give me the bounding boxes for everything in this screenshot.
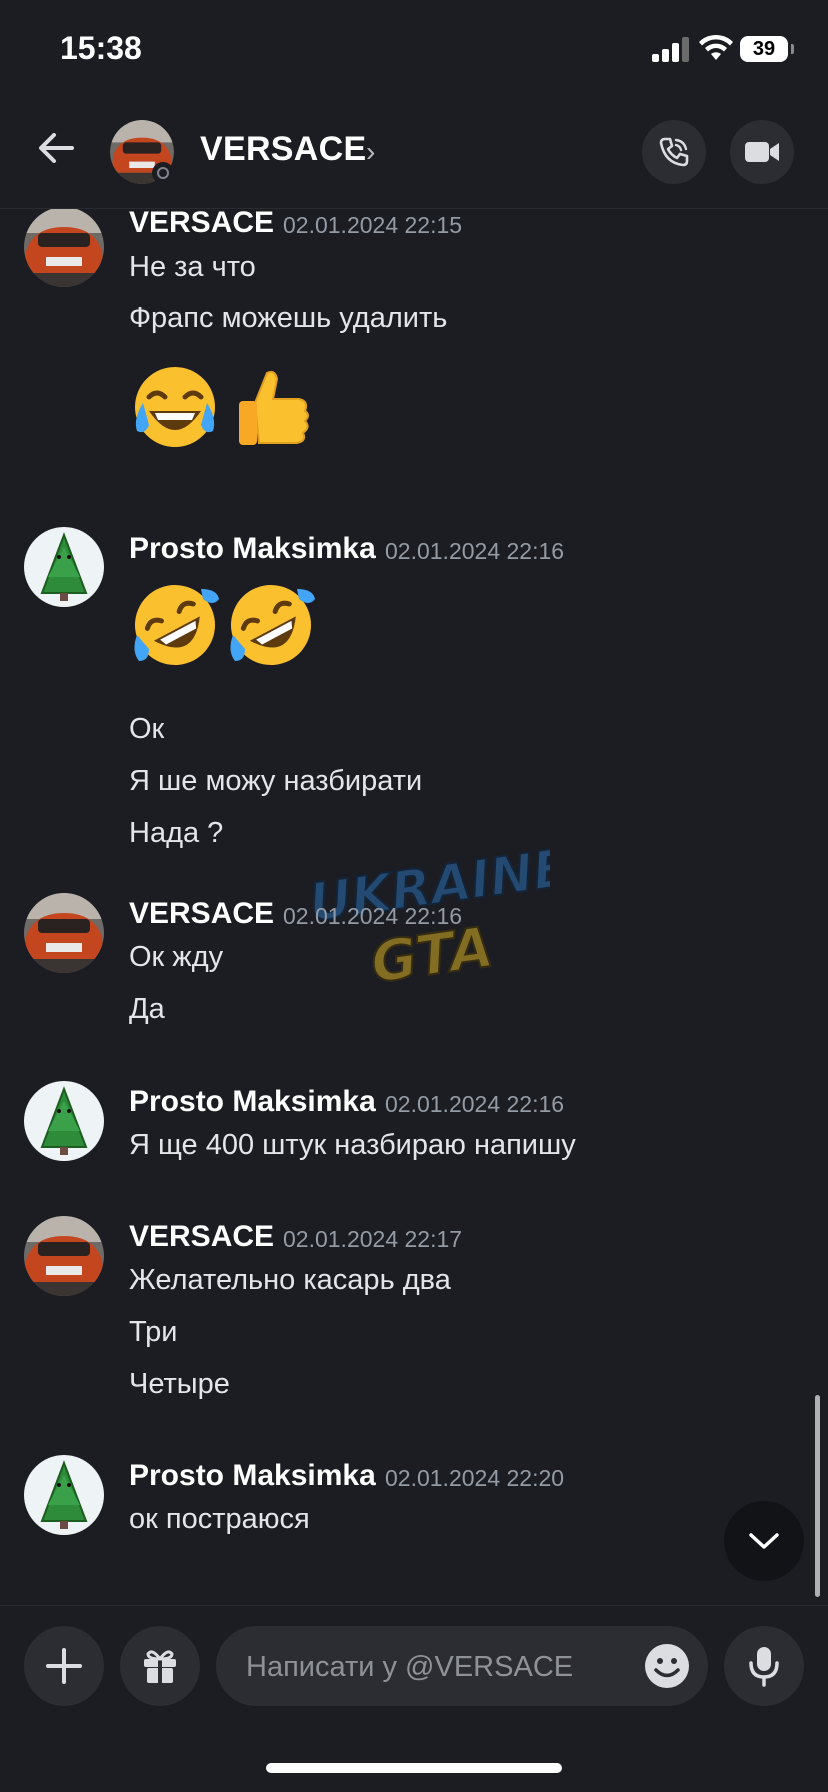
message-author[interactable]: VERSACE xyxy=(129,209,274,240)
message-text[interactable]: Фрапс можешь удалить xyxy=(129,302,447,335)
message-text[interactable]: Желательно касарь два xyxy=(129,1264,451,1297)
message-timestamp: 02.01.2024 22:17 xyxy=(283,1226,463,1252)
message-timestamp: 02.01.2024 22:16 xyxy=(385,538,565,564)
message-author[interactable]: Prosto Maksimka xyxy=(129,1085,376,1119)
chevron-right-icon[interactable]: › xyxy=(366,136,375,168)
gift-button[interactable] xyxy=(120,1626,200,1706)
chevron-down-icon xyxy=(749,1533,779,1549)
message-timestamp: 02.01.2024 22:16 xyxy=(283,903,463,929)
rolling-on-floor-laughing-icon xyxy=(134,585,219,665)
message-timestamp: 02.01.2024 22:15 xyxy=(283,212,463,238)
message-text[interactable]: ок постраюся xyxy=(129,1503,310,1536)
message-text[interactable]: Четыре xyxy=(129,1368,230,1401)
status-bar: 15:38 39 xyxy=(0,0,828,100)
chat-title[interactable]: VERSACE xyxy=(200,130,366,169)
message-timestamp: 02.01.2024 22:20 xyxy=(385,1465,565,1491)
message-text[interactable]: Я ще 400 штук назбираю напишу xyxy=(129,1129,576,1162)
message-author[interactable]: Prosto Maksimka xyxy=(129,1459,376,1493)
message-author[interactable]: VERSACE xyxy=(129,897,274,931)
avatar[interactable] xyxy=(24,527,104,607)
message-composer xyxy=(0,1605,828,1731)
emoji-message[interactable] xyxy=(129,579,317,671)
smiley-icon[interactable] xyxy=(644,1643,690,1689)
message-text[interactable]: Три xyxy=(129,1316,177,1349)
scrollbar[interactable] xyxy=(815,1395,820,1597)
message-author[interactable]: VERSACE xyxy=(129,1220,274,1254)
message-input[interactable] xyxy=(244,1626,628,1708)
emoji-message[interactable] xyxy=(129,363,317,455)
avatar[interactable] xyxy=(24,1455,104,1535)
face-with-tears-of-joy-icon xyxy=(135,367,215,447)
plus-icon xyxy=(46,1648,82,1684)
message-text[interactable]: Не за что xyxy=(129,251,256,284)
cellular-signal-icon xyxy=(652,36,690,62)
phone-icon xyxy=(659,137,689,167)
avatar[interactable] xyxy=(24,209,104,287)
video-icon xyxy=(745,142,779,162)
message-text[interactable]: Ок xyxy=(129,713,164,746)
battery-indicator: 39 xyxy=(740,36,794,62)
message-text[interactable]: Я ше можу назбирати xyxy=(129,765,422,798)
avatar[interactable] xyxy=(24,1081,104,1161)
back-arrow-icon[interactable] xyxy=(32,124,80,172)
message-text[interactable]: Да xyxy=(129,993,165,1026)
message-author[interactable]: Prosto Maksimka xyxy=(129,532,376,566)
jump-to-latest-button[interactable] xyxy=(724,1501,804,1581)
video-call-button[interactable] xyxy=(730,120,794,184)
wifi-icon xyxy=(699,34,733,60)
microphone-icon xyxy=(749,1647,779,1687)
avatar[interactable] xyxy=(24,1216,104,1296)
offline-status-icon xyxy=(152,162,174,184)
message-text[interactable]: Ок жду xyxy=(129,941,223,974)
rolling-on-floor-laughing-icon xyxy=(230,585,315,665)
avatar[interactable] xyxy=(24,893,104,973)
voice-message-button[interactable] xyxy=(724,1626,804,1706)
message-input-container[interactable] xyxy=(216,1626,708,1708)
message-timestamp: 02.01.2024 22:16 xyxy=(385,1091,565,1117)
chat-header: VERSACE › xyxy=(0,100,828,209)
attach-button[interactable] xyxy=(24,1626,104,1706)
home-indicator[interactable] xyxy=(266,1763,562,1773)
gift-icon xyxy=(144,1650,176,1683)
voice-call-button[interactable] xyxy=(642,120,706,184)
thumbs-up-icon xyxy=(239,370,309,445)
message-list[interactable]: VERSACE 02.01.2024 22:15 Не за что Фрапс… xyxy=(0,209,828,1605)
message-text[interactable]: Нада ? xyxy=(129,817,223,850)
status-time: 15:38 xyxy=(60,30,142,66)
